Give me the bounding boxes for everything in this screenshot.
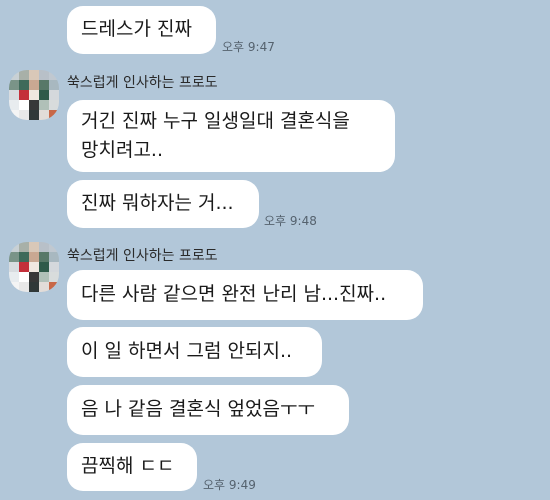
avatar-pixel xyxy=(39,70,49,80)
message-bubble[interactable]: 다른 사람 같으면 완전 난리 남...진짜.. xyxy=(67,270,423,320)
sender-avatar[interactable] xyxy=(9,242,59,292)
message-timestamp: 오후 9:48 xyxy=(264,214,317,228)
avatar-pixel xyxy=(19,70,29,80)
avatar-pixel xyxy=(19,90,29,100)
avatar-pixel xyxy=(49,282,59,292)
message-bubble[interactable]: 이 일 하면서 그럼 안되지.. xyxy=(67,327,322,377)
avatar-pixel xyxy=(39,100,49,110)
avatar-pixel xyxy=(29,242,39,252)
message-timestamp: 오후 9:49 xyxy=(203,478,256,492)
avatar-pixel xyxy=(39,80,49,90)
message-bubble[interactable]: 드레스가 진짜 xyxy=(67,6,216,54)
avatar-pixel xyxy=(9,242,19,252)
avatar-pixel xyxy=(39,242,49,252)
avatar-pixel xyxy=(49,272,59,282)
avatar-pixel xyxy=(29,90,39,100)
avatar-pixel xyxy=(19,282,29,292)
avatar-pixel xyxy=(19,272,29,282)
avatar-pixel xyxy=(29,272,39,282)
sender-name: 쑥스럽게 인사하는 프로도 xyxy=(67,248,218,264)
avatar-pixel xyxy=(29,80,39,90)
avatar-pixel xyxy=(29,110,39,120)
avatar-pixel xyxy=(49,90,59,100)
sender-avatar[interactable] xyxy=(9,70,59,120)
avatar-pixel xyxy=(49,110,59,120)
avatar-pixel xyxy=(9,90,19,100)
message-bubble[interactable]: 끔찍해 ㄷㄷ xyxy=(67,443,197,491)
avatar-pixel xyxy=(39,262,49,272)
avatar-pixel xyxy=(39,252,49,262)
avatar-pixel xyxy=(19,110,29,120)
avatar-pixel xyxy=(9,100,19,110)
avatar-pixel xyxy=(29,282,39,292)
message-text-line: 거긴 진짜 누구 일생일대 결혼식을 xyxy=(81,110,350,132)
message-bubble[interactable]: 진짜 뭐하자는 거... xyxy=(67,180,259,228)
avatar-pixel xyxy=(9,272,19,282)
avatar-pixel xyxy=(39,272,49,282)
message-text-line: 망치려고.. xyxy=(81,139,163,161)
avatar-pixel xyxy=(9,70,19,80)
avatar-pixel xyxy=(29,252,39,262)
avatar-pixel xyxy=(49,262,59,272)
avatar-pixel xyxy=(9,282,19,292)
avatar-pixel xyxy=(49,70,59,80)
avatar-pixel xyxy=(49,80,59,90)
avatar-pixel xyxy=(39,90,49,100)
message-bubble[interactable]: 거긴 진짜 누구 일생일대 결혼식을 망치려고.. xyxy=(67,100,395,172)
avatar-pixel xyxy=(9,252,19,262)
sender-name: 쑥스럽게 인사하는 프로도 xyxy=(67,75,218,91)
avatar-pixel xyxy=(29,262,39,272)
avatar-pixel xyxy=(29,100,39,110)
avatar-pixel xyxy=(29,70,39,80)
avatar-pixel xyxy=(49,100,59,110)
message-timestamp: 오후 9:47 xyxy=(222,40,275,54)
avatar-pixel xyxy=(19,80,29,90)
avatar-pixel xyxy=(19,242,29,252)
avatar-pixel xyxy=(19,252,29,262)
avatar-pixel xyxy=(9,262,19,272)
avatar-pixel xyxy=(49,252,59,262)
avatar-pixel xyxy=(9,110,19,120)
avatar-pixel xyxy=(19,100,29,110)
avatar-pixel xyxy=(49,242,59,252)
avatar-pixel xyxy=(39,110,49,120)
avatar-pixel xyxy=(19,262,29,272)
avatar-pixel xyxy=(39,282,49,292)
message-bubble[interactable]: 음 나 같음 결혼식 엎었음ㅜㅜ xyxy=(67,385,349,435)
avatar-pixel xyxy=(9,80,19,90)
